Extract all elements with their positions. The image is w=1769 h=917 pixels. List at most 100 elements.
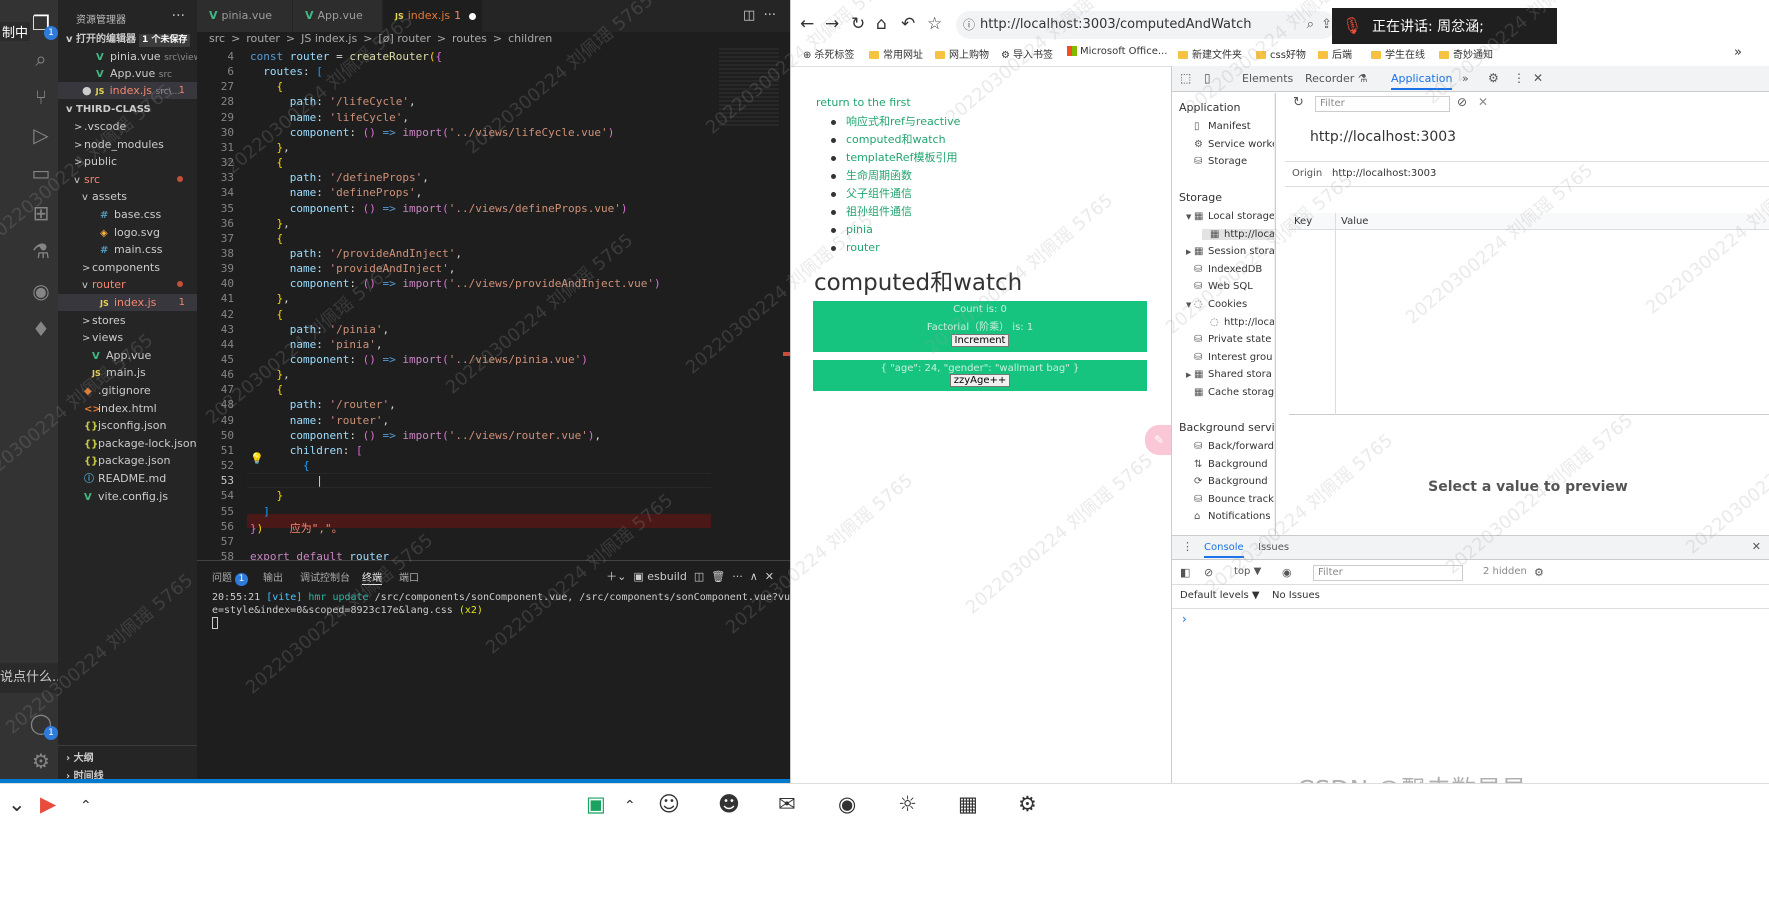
code-line[interactable]: ] (250, 505, 270, 518)
site-info-icon[interactable]: ⓘ (963, 11, 975, 39)
camera-off-icon[interactable]: ▶ (40, 792, 56, 816)
tree-item[interactable]: > stores (58, 312, 197, 329)
key-column-header[interactable]: Key (1294, 213, 1312, 230)
back-icon[interactable]: ← (800, 14, 814, 34)
context-select[interactable]: top ▼ (1234, 566, 1261, 577)
app-nav-item[interactable]: ⛁ Web SQL (1186, 281, 1253, 292)
code-line[interactable]: { (250, 308, 284, 321)
tab-app-vue[interactable]: V App.vue (293, 0, 383, 32)
maximize-panel-icon[interactable]: ∧ (750, 570, 758, 583)
invite-icon[interactable]: ☺ (658, 792, 680, 816)
reload-icon[interactable]: ↻ (851, 14, 865, 34)
tab-problems[interactable]: 问题 1 (212, 569, 248, 586)
devtools-menu-icon[interactable]: ⋮ (1513, 71, 1525, 85)
tree-item[interactable]: {}jsconfig.json (58, 417, 197, 434)
editor-scrollbar[interactable] (783, 48, 790, 560)
code-editor[interactable]: 4 const router = createRouter({6 routes: … (197, 48, 719, 560)
share-options-chevron-icon[interactable]: ⌃ (624, 798, 636, 814)
star-icon[interactable]: ☆ (927, 14, 942, 34)
breadcrumb-segment[interactable]: routes (452, 32, 487, 45)
trash-icon[interactable]: 🗑 (711, 570, 725, 583)
source-control-icon[interactable]: ⑂ (28, 84, 54, 110)
zoom-search-icon[interactable]: ⌕ (1307, 11, 1314, 39)
app-nav-item[interactable]: ⇅ Background (1186, 459, 1268, 470)
nav-link[interactable]: pinia (829, 221, 960, 239)
code-line[interactable]: path: '/provideAndInject', (250, 247, 462, 260)
tab-index-js[interactable]: JS index.js 1 (383, 0, 483, 32)
nav-link[interactable]: 父子组件通信 (829, 185, 960, 203)
delete-selected-icon[interactable]: ✕ (1478, 95, 1488, 109)
open-editor-item[interactable]: ● JS index.js src\... 1 (58, 82, 197, 99)
tree-item[interactable]: Vvite.config.js (58, 488, 197, 505)
tree-item[interactable]: ◆ .gitignore (58, 382, 197, 399)
app-nav-item[interactable]: ⛁ Bounce track (1186, 494, 1274, 505)
app-nav-item[interactable]: ⛁ IndexedDB (1186, 264, 1262, 275)
run-debug-icon[interactable]: ▷ (28, 122, 54, 148)
console-filter-input[interactable]: Filter (1313, 565, 1463, 581)
breadcrumb-segment[interactable]: router (246, 32, 280, 45)
new-terminal-icon[interactable]: ＋⌄ (606, 570, 626, 583)
bookmark-item[interactable]: Microsoft Office... (1067, 46, 1167, 57)
tree-item[interactable]: > views (58, 329, 197, 346)
app-nav-item[interactable]: ▶ ▦ Shared stora (1186, 369, 1272, 380)
code-line[interactable]: component: () => import('../views/define… (250, 202, 628, 215)
tab-recorder[interactable]: Recorder ⚗ (1305, 72, 1368, 85)
age-increment-button[interactable]: zzyAge++ (949, 374, 1011, 387)
apps-icon[interactable]: ▦ (958, 792, 978, 816)
split-terminal-icon[interactable]: ◫ (694, 570, 704, 583)
tree-item[interactable]: > .vscode (58, 118, 197, 135)
app-nav-item[interactable]: ⛁ Back/forward (1186, 441, 1274, 452)
settings-gear-icon[interactable]: ⚙ (28, 748, 54, 774)
bookmark-item[interactable]: 新建文件夹 (1178, 46, 1242, 61)
tree-item[interactable]: > components (58, 259, 197, 276)
address-bar[interactable]: ⓘ http://localhost:3003/computedAndWatch… (956, 11, 1336, 39)
explorer-icon[interactable]: ❐ 1 (28, 10, 58, 40)
minimap[interactable] (719, 48, 779, 128)
inspect-element-icon[interactable]: ⬚ (1180, 71, 1191, 85)
sidebar-toggle-icon[interactable]: ◧ (1180, 566, 1190, 579)
outline-section[interactable]: › 大纲 (66, 749, 94, 764)
split-editor-icon[interactable]: ◫ ··· (743, 8, 776, 23)
code-line[interactable]: path: '/router', (250, 398, 396, 411)
breadcrumb-segment[interactable]: JS index.js (301, 32, 357, 45)
bookmark-item[interactable]: 常用网址 (869, 46, 923, 61)
tree-item[interactable]: v router (58, 276, 197, 293)
app-nav-item[interactable]: ⌂ Notifications (1186, 511, 1271, 522)
terminal-output[interactable]: 20:55:21 [vite] hmr update /src/componen… (212, 591, 820, 633)
tab-output[interactable]: 输出 (263, 569, 283, 584)
code-line[interactable]: name: 'pinia', (250, 338, 383, 351)
breadcrumb-segment[interactable]: children (508, 32, 552, 45)
code-line[interactable]: }) 应为","。 (250, 520, 343, 536)
nav-link[interactable]: 响应式和ref与reactive (829, 113, 960, 131)
reactions-icon[interactable]: ☼ (898, 792, 917, 816)
bookmark-item[interactable]: css好物 (1256, 46, 1306, 61)
value-column-header[interactable]: Value (1341, 213, 1368, 230)
nav-link[interactable]: 祖孙组件通信 (829, 203, 960, 221)
tab-application[interactable]: Application (1391, 72, 1453, 90)
muted-mic-icon[interactable]: 🎙 (1332, 8, 1372, 44)
app-nav-item[interactable]: ⟳ Background (1186, 476, 1268, 487)
tab-terminal[interactable]: 终端 (362, 569, 382, 585)
tree-item[interactable]: v assets (58, 188, 197, 205)
close-drawer-icon[interactable]: ✕ (1752, 540, 1761, 553)
project-header[interactable]: v THIRD-CLASS (58, 101, 197, 118)
tree-item[interactable]: ◈ logo.svg (58, 224, 197, 241)
code-line[interactable]: { (250, 80, 284, 93)
terminal-shell-icon[interactable]: ▣ esbuild (633, 570, 686, 583)
devtools-settings-icon[interactable]: ⚙ (1488, 71, 1499, 85)
code-line[interactable]: path: '/lifeCycle', (250, 95, 416, 108)
code-line[interactable]: { (250, 156, 284, 169)
more-bookmarks-icon[interactable]: » (1734, 45, 1742, 60)
tree-item[interactable]: {}package-lock.json (58, 435, 197, 452)
tree-item[interactable]: v src (58, 171, 197, 188)
forward-icon[interactable]: → (825, 14, 839, 34)
app-nav-item[interactable]: ⛁ Storage (1186, 156, 1247, 167)
breadcrumb-segment[interactable]: [ø] router (378, 32, 430, 45)
return-link[interactable]: return to the first (816, 96, 911, 109)
unsaved-dot-icon[interactable] (469, 12, 477, 20)
more-tabs-icon[interactable]: » (1462, 72, 1469, 85)
clear-all-icon[interactable]: ⊘ (1457, 95, 1467, 109)
drawer-menu-icon[interactable]: ⋮ (1182, 540, 1193, 553)
meeting-settings-icon[interactable]: ⚙ (1018, 792, 1037, 816)
tree-item[interactable]: # main.css (58, 241, 197, 258)
